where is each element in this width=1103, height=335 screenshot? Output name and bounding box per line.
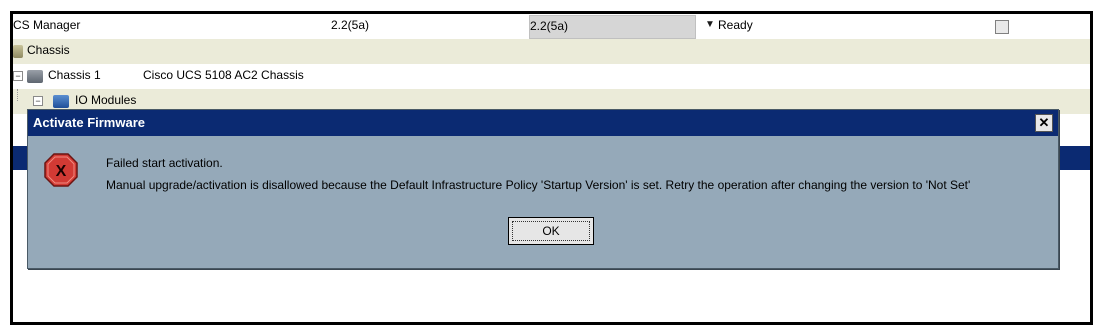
error-icon: X — [44, 153, 78, 187]
tree-node-label: Chassis — [27, 43, 70, 57]
running-version: 2.2(5a) — [331, 18, 370, 32]
error-message-title: Failed start activation. — [106, 156, 223, 170]
collapse-icon[interactable]: − — [33, 96, 43, 106]
close-icon[interactable]: ✕ — [1035, 114, 1053, 132]
startup-version: 2.2(5a) — [530, 19, 569, 33]
table-row[interactable]: Chassis — [13, 39, 1090, 64]
error-glyph: X — [56, 163, 67, 180]
activate-firmware-dialog: Activate Firmware ✕ X Failed start activ… — [27, 109, 1059, 269]
dropdown-arrow-icon[interactable]: ▼ — [705, 19, 715, 30]
chassis-group-icon — [13, 45, 23, 58]
chassis-model: Cisco UCS 5108 AC2 Chassis — [143, 68, 304, 82]
ok-button-label: OK — [512, 221, 590, 241]
dialog-title: Activate Firmware — [33, 115, 145, 130]
collapse-icon[interactable]: − — [13, 71, 23, 81]
row-label: CS Manager — [13, 18, 81, 32]
error-message-detail: Manual upgrade/activation is disallowed … — [106, 178, 971, 192]
row-checkbox[interactable] — [995, 20, 1009, 34]
status-text: Ready — [718, 18, 753, 32]
table-row[interactable]: CS Manager 2.2(5a) 2.2(5a) ▼ Ready — [13, 14, 1090, 39]
table-row[interactable]: − Chassis 1 Cisco UCS 5108 AC2 Chassis — [13, 64, 1090, 89]
chassis-icon — [27, 70, 43, 83]
tree-node-label: IO Modules — [75, 93, 137, 107]
io-module-icon — [53, 95, 69, 108]
tree-node-label: Chassis 1 — [48, 68, 101, 82]
dialog-title-bar[interactable]: Activate Firmware ✕ — [28, 110, 1058, 136]
ok-button[interactable]: OK — [508, 217, 594, 245]
tree-connector — [17, 89, 18, 101]
startup-version-cell[interactable]: 2.2(5a) — [529, 15, 696, 39]
